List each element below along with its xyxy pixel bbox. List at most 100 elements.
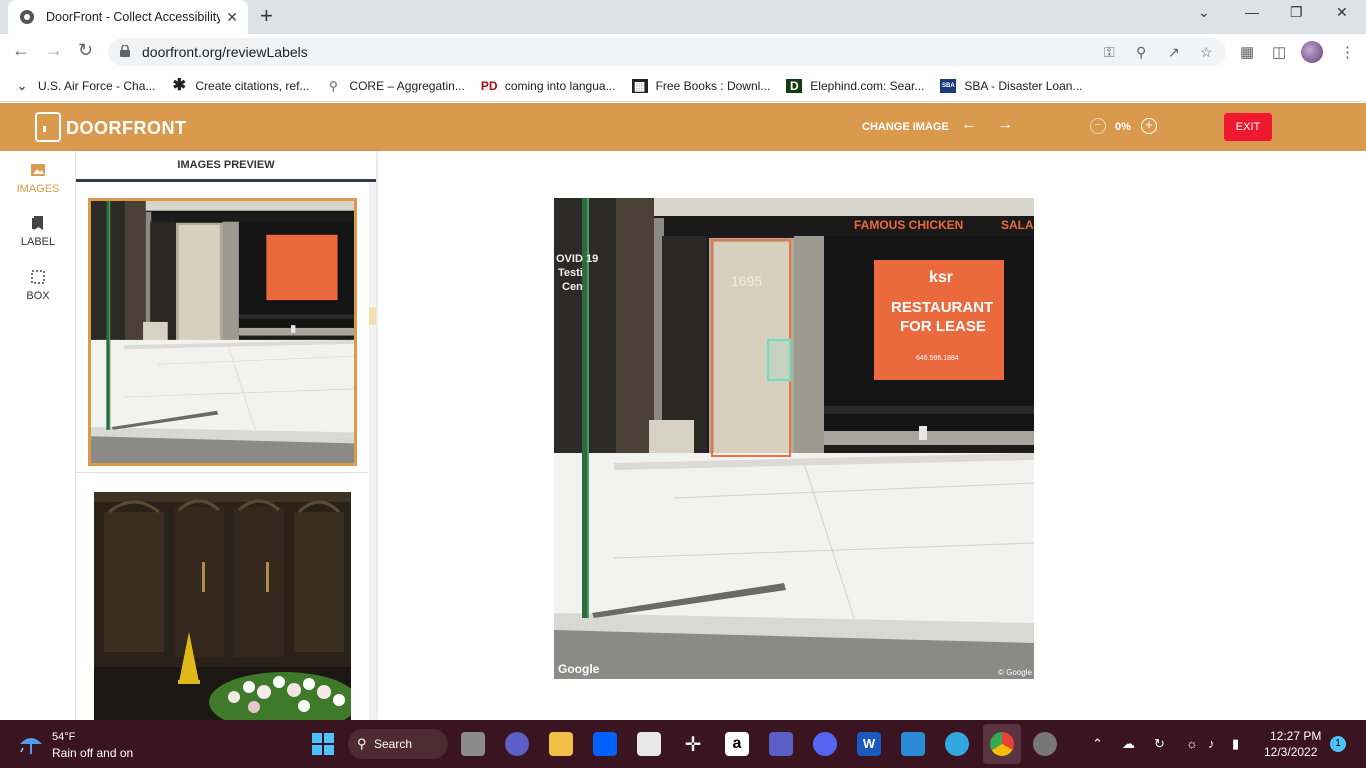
discord-icon[interactable] bbox=[813, 732, 837, 756]
chevron-down-icon: ⌄ bbox=[16, 78, 28, 93]
rail-label-label: LABEL bbox=[20, 236, 56, 248]
extensions-icon[interactable]: ▦ bbox=[1240, 43, 1254, 61]
zoom-in-icon[interactable]: + bbox=[1141, 118, 1157, 134]
bookmark-pd[interactable]: PD coming into langua... bbox=[481, 79, 616, 93]
weather-description: Rain off and on bbox=[52, 746, 134, 760]
google-watermark: Google bbox=[558, 662, 600, 676]
teams-icon[interactable] bbox=[769, 732, 793, 756]
key-icon[interactable]: ⚿ bbox=[1104, 44, 1115, 61]
menu-icon[interactable]: ⋮ bbox=[1340, 43, 1355, 61]
tab-search-icon[interactable]: ⌄ bbox=[1198, 4, 1210, 21]
browser-toolbar: ← → ↻ doorfront.org/reviewLabels ⚿ ⚲ ↗ ☆… bbox=[0, 34, 1366, 70]
bookmark-core[interactable]: ⚲ CORE – Aggregatin... bbox=[325, 79, 465, 93]
preview-scrollbar[interactable] bbox=[369, 182, 376, 720]
address-bar[interactable]: doorfront.org/reviewLabels ⚿ ⚲ ↗ ☆ bbox=[108, 38, 1226, 66]
url-text: doorfront.org/reviewLabels bbox=[142, 44, 308, 60]
next-image-icon[interactable]: → bbox=[997, 116, 1013, 134]
minimize-button[interactable]: — bbox=[1245, 4, 1259, 20]
volume-icon[interactable]: ♪ bbox=[1208, 736, 1215, 751]
reload-icon[interactable]: ↻ bbox=[78, 40, 93, 61]
word-icon[interactable]: W bbox=[857, 732, 881, 756]
side-panel-icon[interactable]: ◫ bbox=[1272, 43, 1286, 61]
close-tab-icon[interactable]: ✕ bbox=[226, 9, 238, 26]
microsoft-store-icon[interactable] bbox=[637, 732, 661, 756]
door-number-text: 1695 bbox=[731, 273, 762, 289]
site-favicon-icon bbox=[20, 10, 34, 24]
previous-image-icon[interactable]: ← bbox=[961, 116, 977, 134]
sba-icon: SBA bbox=[940, 78, 957, 93]
rail-box[interactable]: BOX bbox=[0, 270, 76, 302]
task-view-icon[interactable] bbox=[461, 732, 485, 756]
rail-box-label: BOX bbox=[26, 290, 50, 302]
box-select-icon bbox=[31, 270, 45, 284]
tab-title: DoorFront - Collect Accessibility I bbox=[46, 10, 221, 24]
change-image-label: CHANGE IMAGE bbox=[862, 121, 949, 133]
store-sign-right-text: SALA bbox=[1001, 218, 1034, 232]
lease-line1-text: RESTAURANT bbox=[891, 299, 993, 316]
sync-icon[interactable]: ↻ bbox=[1154, 736, 1165, 752]
door-logo-icon bbox=[35, 112, 61, 142]
asterisk-icon: ✱ bbox=[172, 76, 187, 94]
handle-bounding-box[interactable] bbox=[767, 339, 791, 381]
clock-time[interactable]: 12:27 PM bbox=[1270, 729, 1321, 743]
rail-label[interactable]: LABEL bbox=[0, 216, 76, 248]
show-hidden-icons-icon[interactable]: ⌃ bbox=[1092, 736, 1103, 752]
image-icon bbox=[31, 164, 45, 176]
file-explorer-icon[interactable] bbox=[549, 732, 573, 756]
browser-tab[interactable]: DoorFront - Collect Accessibility I ✕ bbox=[8, 0, 248, 34]
back-arrow-icon[interactable]: ← bbox=[12, 40, 30, 61]
tab-strip: DoorFront - Collect Accessibility I ✕ + … bbox=[0, 0, 1366, 34]
edge-icon[interactable] bbox=[945, 732, 969, 756]
wifi-icon[interactable]: ☼ bbox=[1186, 736, 1198, 751]
chrome-icon[interactable] bbox=[990, 732, 1014, 756]
bookmark-citations[interactable]: ✱ Create citations, ref... bbox=[171, 76, 310, 94]
taskbar-search[interactable]: ⚲ Search bbox=[348, 729, 448, 759]
preview-thumbnail-2[interactable] bbox=[94, 492, 351, 720]
thumbnail-doors-image bbox=[94, 492, 351, 720]
exit-button[interactable]: EXIT bbox=[1224, 113, 1272, 141]
zoom-out-icon[interactable]: − bbox=[1090, 118, 1106, 134]
taskbar-search-label: Search bbox=[374, 737, 413, 751]
bookmark-elephind[interactable]: D Elephind.com: Sear... bbox=[786, 78, 924, 93]
notification-badge[interactable]: 1 bbox=[1330, 736, 1346, 752]
bookmark-air-force[interactable]: ⌄ U.S. Air Force - Cha... bbox=[14, 79, 155, 93]
thumbnail-storefront-image bbox=[91, 201, 354, 463]
restore-button[interactable]: ❐ bbox=[1290, 4, 1303, 21]
windows-start-icon[interactable] bbox=[311, 732, 335, 756]
bookmark-sba[interactable]: SBA SBA - Disaster Loan... bbox=[940, 78, 1082, 93]
amazon-icon[interactable]: a bbox=[725, 732, 749, 756]
clock-date[interactable]: 12/3/2022 bbox=[1264, 745, 1317, 759]
forward-arrow-icon[interactable]: → bbox=[45, 40, 63, 61]
bookmark-icon bbox=[32, 216, 43, 230]
settings-gear-icon[interactable] bbox=[1033, 732, 1057, 756]
main-image-viewer[interactable]: FAMOUS CHICKEN SALA 1695 OVID 19 Testi C… bbox=[554, 198, 1034, 679]
preview-scroll-thumb[interactable] bbox=[369, 307, 376, 325]
archive-icon: ▦ bbox=[631, 78, 648, 93]
google-copyright: © Google bbox=[998, 668, 1032, 677]
search-icon: ⚲ bbox=[357, 736, 367, 751]
onedrive-icon[interactable]: ☁ bbox=[1122, 736, 1135, 752]
window-text-3: Cen bbox=[562, 281, 583, 293]
images-preview-title: IMAGES PREVIEW bbox=[76, 151, 376, 182]
windows-taskbar: 54°F Rain off and on ⚲ Search ✛ a W ⌃ ☁ ↻… bbox=[0, 720, 1366, 768]
preview-thumbnail-selected[interactable] bbox=[88, 198, 357, 466]
lightning-app-icon[interactable]: ✛ bbox=[681, 732, 705, 756]
new-tab-button[interactable]: + bbox=[260, 5, 273, 27]
lock-icon bbox=[120, 45, 130, 57]
battery-icon[interactable]: ▮ bbox=[1232, 736, 1239, 752]
rail-images[interactable]: IMAGES bbox=[0, 163, 76, 195]
bookmark-free-books[interactable]: ▦ Free Books : Downl... bbox=[631, 78, 770, 93]
elephind-icon: D bbox=[786, 78, 803, 93]
dropbox-icon[interactable] bbox=[593, 732, 617, 756]
profile-avatar[interactable] bbox=[1301, 41, 1323, 63]
star-icon[interactable]: ☆ bbox=[1200, 44, 1213, 61]
lease-phone-text: 646.596.1884 bbox=[916, 355, 959, 362]
share-icon[interactable]: ↗ bbox=[1168, 44, 1180, 61]
close-window-button[interactable]: ✕ bbox=[1336, 4, 1348, 21]
vscode-icon[interactable] bbox=[901, 732, 925, 756]
zoom-icon[interactable]: ⚲ bbox=[1136, 44, 1146, 61]
lease-line2-text: FOR LEASE bbox=[900, 318, 986, 335]
thumbnail-divider bbox=[76, 472, 368, 473]
rain-weather-icon[interactable] bbox=[18, 732, 44, 756]
teams-meet-icon[interactable] bbox=[505, 732, 529, 756]
